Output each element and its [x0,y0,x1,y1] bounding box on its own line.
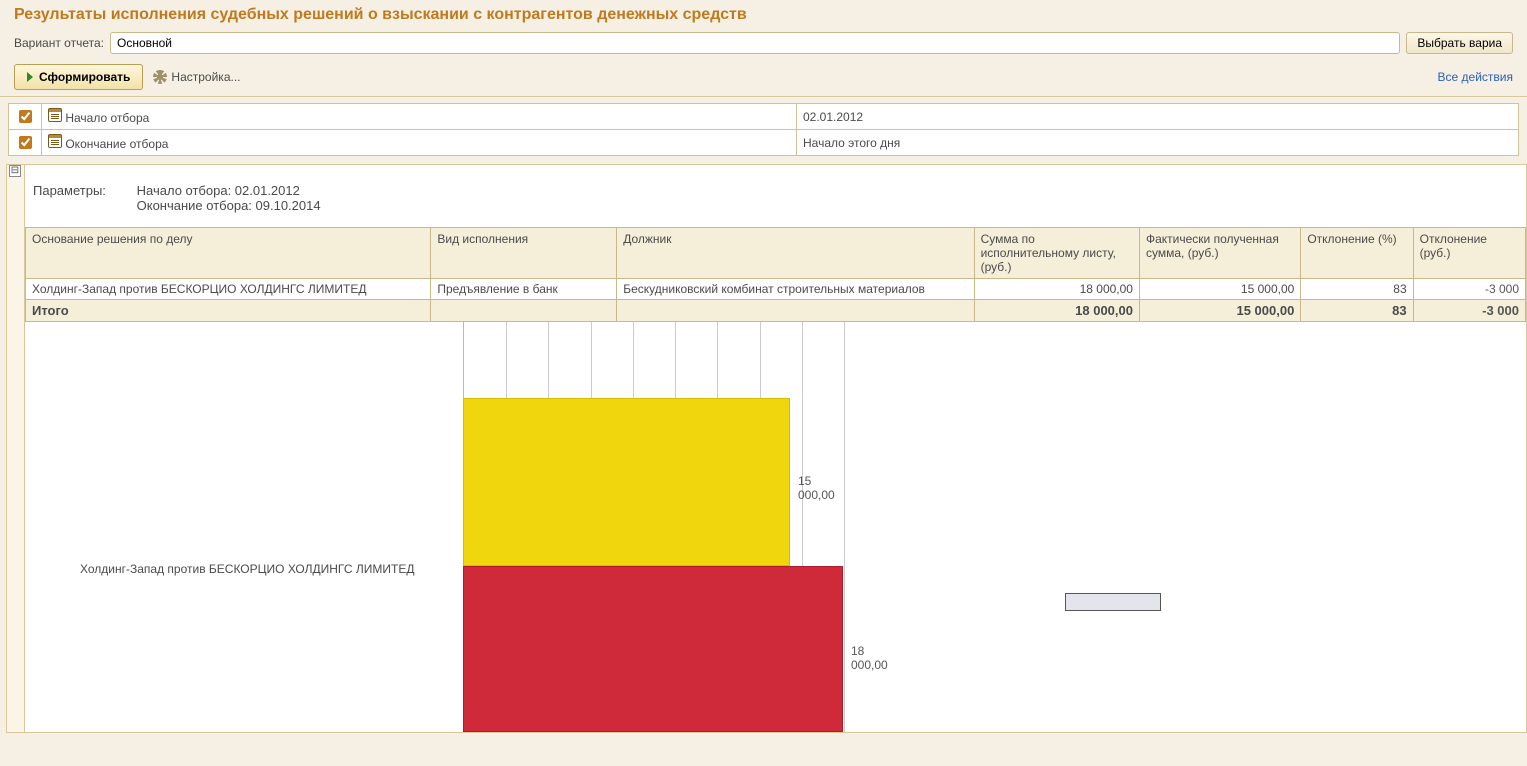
column-header[interactable]: Основание решения по делу [26,228,431,279]
filter-table: Начало отбора 02.01.2012 Окончание отбора… [8,103,1519,156]
variant-input[interactable] [110,32,1400,54]
filter-value[interactable]: 02.01.2012 [797,104,1519,130]
bar-sum [463,566,843,732]
generate-button[interactable]: Сформировать [14,64,143,90]
filter-checkbox[interactable] [19,136,32,149]
group-strip: ⊟ [6,164,24,733]
generate-label: Сформировать [39,70,130,84]
bar-sum-label: 18 000,00 [851,644,888,672]
calendar-icon [48,108,62,122]
select-variant-button[interactable]: Выбрать вариа [1406,32,1513,54]
settings-icon [153,70,167,84]
chart: Холдинг-Запад против БЕСКОРЦИО ХОЛДИНГС … [25,322,1526,732]
legend-box [1065,593,1161,611]
column-header[interactable]: Вид исполнения [431,228,617,279]
table-row[interactable]: Холдинг-Запад против БЕСКОРЦИО ХОЛДИНГС … [26,279,1526,300]
filter-name: Начало отбора [65,111,149,125]
params-line2: Окончание отбора: 09.10.2014 [137,198,321,213]
params-label: Параметры: [33,183,133,198]
calendar-icon [48,134,62,148]
column-header[interactable]: Отклонение (руб.) [1413,228,1525,279]
column-header[interactable]: Отклонение (%) [1301,228,1413,279]
collapse-button[interactable]: ⊟ [9,165,21,177]
total-row: Итого18 000,0015 000,0083-3 000 [26,300,1526,322]
params-block: Параметры: Начало отбора: 02.01.2012 Око… [25,165,1526,227]
page-title: Результаты исполнения судебных решений о… [0,0,1527,28]
settings-label: Настройка... [171,70,240,84]
chart-category-label: Холдинг-Запад против БЕСКОРЦИО ХОЛДИНГС … [80,562,414,576]
column-header[interactable]: Должник [617,228,974,279]
play-icon [27,72,33,82]
params-line1: Начало отбора: 02.01.2012 [137,183,300,198]
filter-checkbox[interactable] [19,110,32,123]
filter-value[interactable]: Начало этого дня [797,130,1519,156]
variant-label: Вариант отчета: [14,36,104,50]
filter-name: Окончание отбора [65,137,168,151]
chart-plot: 15 000,00 18 000,00 [463,322,843,732]
data-table: Основание решения по делуВид исполненияД… [25,227,1526,322]
bar-actual-label: 15 000,00 [798,474,843,502]
settings-link[interactable]: Настройка... [153,70,240,84]
column-header[interactable]: Сумма по исполнительному листу, (руб.) [974,228,1139,279]
all-actions-link[interactable]: Все действия [1438,70,1513,84]
bar-actual [463,398,790,566]
column-header[interactable]: Фактически полученная сумма, (руб.) [1139,228,1300,279]
